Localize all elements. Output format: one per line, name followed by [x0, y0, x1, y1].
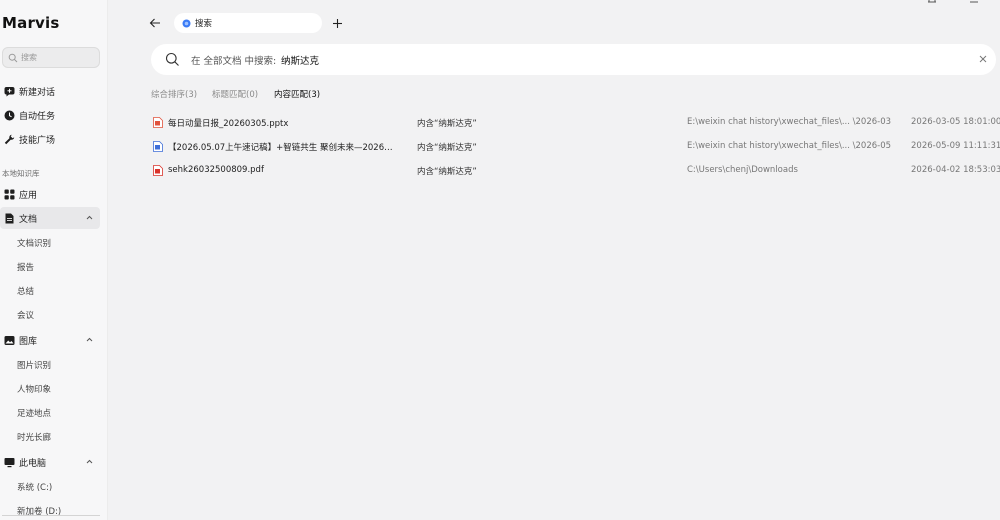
sidebar-item-skills[interactable]: 技能广场: [0, 128, 100, 150]
sidebar-item-this-pc[interactable]: 此电脑: [0, 451, 100, 473]
result-path: E:\weixin chat history\xwechat_files\...…: [687, 141, 892, 151]
add-tab-icon[interactable]: [330, 16, 344, 30]
search-query-text[interactable]: 纳斯达克: [281, 53, 319, 67]
main-search-input[interactable]: 在 全部文档 中搜索: 纳斯达克: [151, 44, 996, 75]
doc-icon: [4, 213, 15, 224]
sidebar-item-gallery[interactable]: 图库: [0, 329, 100, 351]
pdf-file-icon: [153, 165, 163, 176]
sidebar-item-new-chat[interactable]: 新建对话: [0, 80, 100, 102]
filter-tab-overall[interactable]: 综合排序(3): [151, 88, 197, 100]
wrench-icon: [4, 134, 15, 145]
result-match-text: 内含“纳斯达克”: [417, 119, 477, 129]
sidebar-item-docs[interactable]: 文档: [0, 207, 100, 229]
monitor-icon: [4, 457, 15, 468]
grid-icon: [4, 189, 15, 200]
result-file-name[interactable]: 每日动量日报_20260305.pptx: [168, 117, 288, 129]
result-file-name[interactable]: sehk26032500809.pdf: [168, 165, 264, 175]
chevron-up-icon[interactable]: [85, 457, 94, 466]
result-path: C:\Users\chenj\Downloads: [687, 165, 798, 175]
sidebar: Marvis 搜索 新建对话 自动任务 技能广场 本地知识库 应用 文档 文档识…: [0, 0, 108, 520]
result-row[interactable]: sehk26032500809.pdf 内含“纳斯达克” C:\Users\ch…: [151, 163, 1000, 183]
search-scope-text: 在 全部文档 中搜索:: [191, 56, 277, 67]
sidebar-subitem-image-recognition[interactable]: 图片识别: [17, 359, 51, 371]
result-file-name[interactable]: 【2026.05.07上午速记稿】+智链共生 聚创未来—2026…: [168, 141, 393, 153]
sidebar-item-label: 此电脑: [19, 458, 47, 469]
app-logo: Marvis: [2, 14, 60, 32]
filter-tab-title-match[interactable]: 标题匹配(0): [212, 88, 258, 100]
result-match-text: 内含“纳斯达克”: [417, 143, 477, 153]
sidebar-item-label: 新建对话: [19, 87, 56, 98]
chevron-up-icon[interactable]: [85, 335, 94, 344]
docx-file-icon: [153, 141, 163, 152]
chevron-up-icon[interactable]: [85, 213, 94, 222]
sidebar-subitem-doc-recognition[interactable]: 文档识别: [17, 237, 51, 249]
new-chat-icon: [4, 86, 15, 97]
sidebar-subitem-people[interactable]: 人物印象: [17, 383, 51, 395]
sidebar-item-label: 应用: [19, 190, 38, 201]
sidebar-item-label: 图库: [19, 336, 38, 347]
filter-tab-content-match[interactable]: 内容匹配(3): [274, 88, 320, 100]
section-label-local-kb: 本地知识库: [2, 169, 40, 178]
sidebar-subitem-timeline[interactable]: 时光长廊: [17, 431, 51, 443]
image-icon: [4, 335, 15, 346]
sidebar-item-label: 自动任务: [19, 111, 56, 122]
tab-label: 搜索: [195, 19, 213, 29]
result-time: 2026-05-09 11:11:31: [911, 141, 1000, 151]
search-icon: [8, 53, 18, 63]
pptx-file-icon: [153, 117, 163, 128]
result-row[interactable]: 【2026.05.07上午速记稿】+智链共生 聚创未来—2026… 内含“纳斯达…: [151, 139, 1000, 159]
search-icon: [165, 52, 180, 67]
window-control-icon[interactable]: [968, 0, 980, 7]
result-match-text: 内含“纳斯达克”: [417, 167, 477, 177]
sidebar-item-auto-task[interactable]: 自动任务: [0, 104, 100, 126]
close-icon[interactable]: [978, 54, 988, 64]
sidebar-subitem-drive-c[interactable]: 系统 (C:): [17, 481, 52, 493]
sidebar-item-apps[interactable]: 应用: [0, 183, 100, 205]
sidebar-subitem-places[interactable]: 足迹地点: [17, 407, 51, 419]
sidebar-search-placeholder: 搜索: [21, 53, 37, 62]
result-row[interactable]: 每日动量日报_20260305.pptx 内含“纳斯达克” E:\weixin …: [151, 115, 1000, 135]
bell-icon[interactable]: [926, 0, 938, 7]
divider: [2, 515, 100, 516]
sidebar-search-input[interactable]: 搜索: [2, 47, 100, 68]
sidebar-subitem-summary[interactable]: 总结: [17, 285, 34, 297]
result-time: 2026-03-05 18:01:00: [911, 117, 1000, 127]
sidebar-item-label: 技能广场: [19, 135, 56, 146]
tab-search[interactable]: 搜索: [174, 13, 322, 33]
result-time: 2026-04-02 18:53:03: [911, 165, 1000, 175]
result-path: E:\weixin chat history\xwechat_files\...…: [687, 117, 892, 127]
back-arrow-icon[interactable]: [148, 16, 162, 30]
sidebar-item-label: 文档: [19, 214, 38, 225]
sidebar-subitem-report[interactable]: 报告: [17, 261, 34, 273]
sidebar-subitem-meeting[interactable]: 会议: [17, 309, 34, 321]
main-panel: 搜索 在 全部文档 中搜索: 纳斯达克 综合排序(3) 标题匹配(0) 内容匹配…: [108, 0, 1000, 520]
clock-icon: [4, 110, 15, 121]
search-tab-icon: [182, 19, 191, 28]
